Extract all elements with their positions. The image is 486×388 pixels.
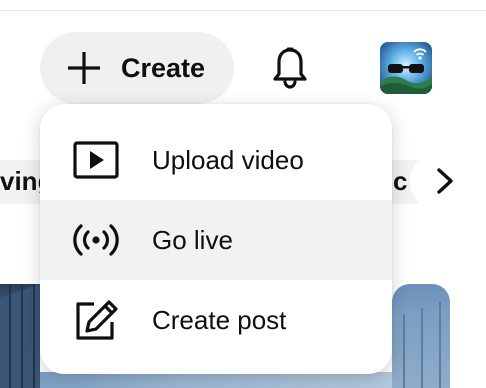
- chips-next-button[interactable]: [410, 150, 476, 212]
- bell-icon[interactable]: [266, 44, 314, 92]
- menu-item-label: Go live: [152, 225, 233, 255]
- create-button[interactable]: Create: [40, 32, 234, 104]
- upload-video-icon: [73, 141, 119, 179]
- plus-icon: [68, 52, 100, 84]
- video-thumbnail[interactable]: [40, 372, 392, 388]
- menu-item-upload-video[interactable]: Upload video: [40, 120, 392, 200]
- avatar[interactable]: [380, 42, 432, 94]
- menu-item-label: Upload video: [152, 145, 304, 175]
- menu-item-label: Create post: [152, 305, 287, 335]
- create-menu: Upload video Go live Create post: [40, 104, 392, 374]
- edit-post-icon: [76, 300, 118, 340]
- menu-item-create-post[interactable]: Create post: [40, 280, 392, 360]
- create-button-label: Create: [121, 53, 206, 83]
- header-divider: [0, 0, 486, 11]
- menu-item-go-live[interactable]: Go live: [40, 200, 392, 280]
- video-thumbnail[interactable]: [392, 284, 450, 388]
- video-thumbnail[interactable]: [0, 284, 40, 388]
- thumbnail-image: [392, 302, 450, 388]
- filter-chip-label-right: c: [393, 166, 408, 196]
- live-broadcast-icon: [73, 224, 119, 256]
- thumbnail-image: [0, 284, 40, 388]
- avatar-image: [380, 42, 432, 94]
- chevron-right-icon: [437, 168, 453, 194]
